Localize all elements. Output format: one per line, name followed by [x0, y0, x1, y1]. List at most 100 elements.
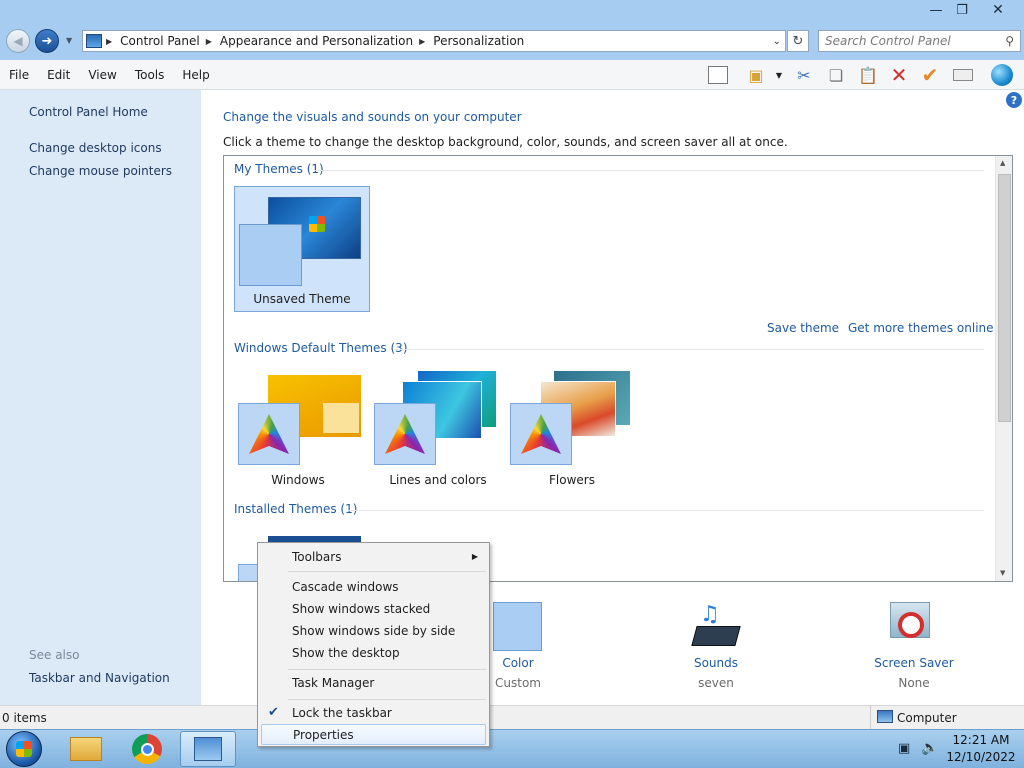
menu-item-side-by-side[interactable]: Show windows side by side	[261, 620, 486, 641]
menu-file[interactable]: File	[0, 68, 38, 82]
back-button[interactable]: ◀	[6, 29, 30, 53]
menu-item-properties[interactable]: Properties	[261, 724, 486, 745]
menu-view[interactable]: View	[79, 68, 125, 82]
folder-icon	[70, 737, 102, 761]
globe-icon[interactable]	[990, 63, 1014, 87]
delete-icon[interactable]: ✕	[887, 63, 911, 87]
sounds-icon[interactable]: ♫	[690, 602, 742, 652]
menu-item-toolbars[interactable]: Toolbars ▶	[261, 546, 486, 567]
checkmark-icon[interactable]: ✔	[918, 63, 942, 87]
chevron-right-icon[interactable]: ▶	[206, 37, 212, 46]
chevron-down-icon[interactable]: ▼	[772, 63, 786, 87]
menu-item-lock-taskbar[interactable]: ✔ Lock the taskbar	[261, 702, 486, 723]
control-panel-home-link[interactable]: Control Panel Home	[29, 105, 148, 119]
theme-list[interactable]: My Themes (1) Unsaved Theme Save theme G…	[223, 155, 1013, 582]
palette-icon	[238, 403, 300, 465]
cut-icon[interactable]: ✂	[792, 63, 816, 87]
chevron-right-icon[interactable]: ▶	[419, 37, 425, 46]
refresh-button[interactable]: ↻	[787, 30, 809, 52]
unsaved-theme-label: Unsaved Theme	[253, 292, 351, 306]
menu-help[interactable]: Help	[173, 68, 218, 82]
menu-item-label: Lock the taskbar	[292, 705, 392, 720]
start-button[interactable]	[6, 731, 42, 767]
preview-pane-icon[interactable]	[706, 63, 730, 87]
checkmark-icon: ✔	[268, 705, 279, 720]
menu-tools[interactable]: Tools	[126, 68, 174, 82]
keyboard-icon	[691, 626, 741, 646]
status-item-count: 0 items	[2, 711, 47, 725]
menu-item-show-desktop[interactable]: Show the desktop	[261, 642, 486, 663]
color-swatch	[239, 224, 302, 286]
chrome-icon	[132, 734, 162, 764]
properties-icon[interactable]	[951, 63, 975, 87]
clock-date[interactable]: 12/10/2022	[946, 750, 1016, 764]
windows-logo-icon	[309, 216, 325, 232]
search-placeholder: Search Control Panel	[825, 34, 951, 48]
chevron-down-icon[interactable]: ⌄	[773, 36, 781, 47]
music-note-icon: ♫	[700, 602, 720, 627]
breadcrumb-appearance[interactable]: Appearance and Personalization	[220, 34, 413, 48]
menu-item-stacked[interactable]: Show windows stacked	[261, 598, 486, 619]
computer-icon	[877, 710, 893, 723]
scroll-up-icon[interactable]: ▲	[1000, 159, 1005, 167]
theme-windows[interactable]: Windows	[238, 371, 368, 487]
taskbar-navigation-link[interactable]: Taskbar and Navigation	[29, 671, 170, 685]
network-icon[interactable]: ▣	[898, 741, 910, 756]
change-mouse-pointers-link[interactable]: Change mouse pointers	[29, 164, 172, 178]
scrollbar-thumb[interactable]	[998, 174, 1011, 422]
see-also-heading: See also	[29, 648, 80, 662]
address-bar[interactable]: ▶ Control Panel ▶ Appearance and Persona…	[82, 30, 786, 52]
theme-flowers[interactable]: Flowers	[510, 371, 640, 487]
volume-icon[interactable]: 🔈	[921, 740, 938, 756]
section-divider	[314, 170, 984, 171]
taskbar-chrome[interactable]	[119, 731, 175, 767]
prohibited-icon	[898, 612, 924, 638]
taskbar-explorer[interactable]	[58, 731, 114, 767]
close-icon[interactable]: ✕	[984, 0, 1012, 20]
chevron-right-icon: ▶	[106, 36, 113, 46]
change-desktop-icons-link[interactable]: Change desktop icons	[29, 141, 162, 155]
breadcrumb-personalization[interactable]: Personalization	[433, 34, 524, 48]
section-divider	[394, 349, 984, 350]
save-theme-link[interactable]: Save theme	[767, 321, 839, 335]
menu-separator	[288, 699, 486, 700]
sounds-link[interactable]: Sounds	[656, 656, 776, 670]
clock-time[interactable]: 12:21 AM	[946, 733, 1016, 747]
theme-lines-and-colors[interactable]: Lines and colors	[374, 371, 504, 487]
help-icon[interactable]: ?	[1006, 92, 1022, 108]
taskbar-context-menu: Toolbars ▶ Cascade windows Show windows …	[257, 542, 490, 747]
theme-lines-label: Lines and colors	[389, 473, 487, 487]
scroll-down-icon[interactable]: ▼	[1000, 569, 1005, 577]
default-themes-heading: Windows Default Themes (3)	[234, 341, 408, 355]
taskbar-control-panel[interactable]	[180, 731, 236, 767]
menu-separator	[288, 669, 486, 670]
color-icon[interactable]	[493, 602, 542, 651]
menu-edit[interactable]: Edit	[38, 68, 79, 82]
search-icon: ⚲	[1005, 34, 1014, 48]
screen-saver-icon[interactable]	[888, 600, 938, 650]
menu-item-label: Toolbars	[292, 549, 342, 564]
recent-pages-dropdown-icon[interactable]: ▼	[66, 36, 72, 45]
breadcrumb-control-panel[interactable]: Control Panel	[120, 34, 200, 48]
palette-icon	[374, 403, 436, 465]
vertical-scrollbar[interactable]: ▲ ▼	[995, 156, 1012, 581]
menu-item-cascade[interactable]: Cascade windows	[261, 576, 486, 597]
wallpaper-shape	[323, 403, 359, 433]
paste-icon[interactable]: 📋	[856, 63, 880, 87]
sounds-value: seven	[698, 676, 734, 690]
windows-logo-icon	[16, 741, 32, 757]
screen-saver-link[interactable]: Screen Saver	[854, 656, 974, 670]
restore-icon[interactable]: ❐	[948, 0, 976, 20]
search-input[interactable]: Search Control Panel ⚲	[818, 30, 1021, 52]
unsaved-theme-tile[interactable]: Unsaved Theme	[234, 186, 370, 312]
page-title: Change the visuals and sounds on your co…	[223, 110, 522, 124]
copy-icon[interactable]: ❏	[824, 63, 848, 87]
get-more-themes-link[interactable]: Get more themes online	[848, 321, 994, 335]
menu-item-task-manager[interactable]: Task Manager	[261, 672, 486, 693]
menu-separator	[288, 571, 486, 572]
my-themes-heading: My Themes (1)	[234, 162, 324, 176]
forward-button[interactable]: ➜	[35, 29, 59, 53]
minimize-icon[interactable]: —	[922, 0, 950, 20]
title-bar	[0, 0, 1024, 22]
folder-options-icon[interactable]: ▣	[744, 63, 768, 87]
